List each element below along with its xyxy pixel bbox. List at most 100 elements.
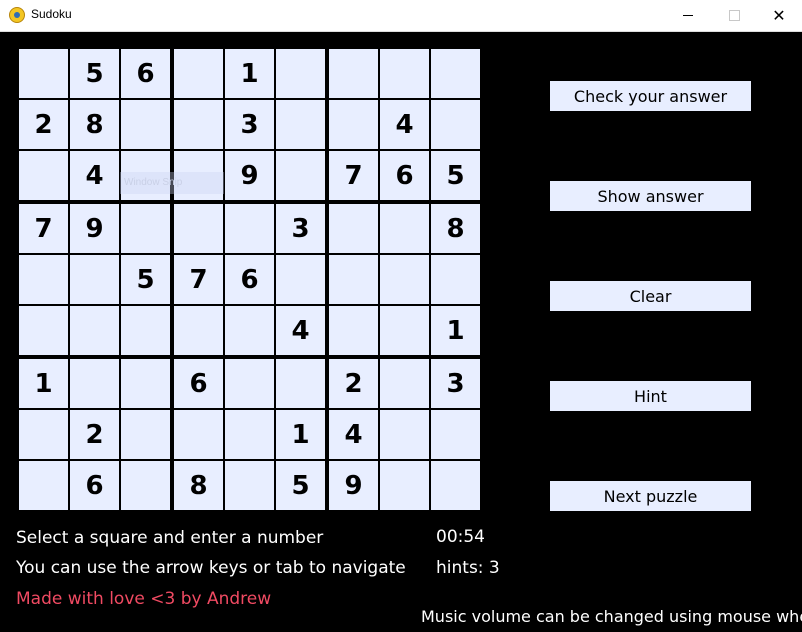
sudoku-cell[interactable] — [225, 204, 274, 253]
check-answer-button[interactable]: Check your answer — [550, 81, 751, 111]
sudoku-cell[interactable] — [121, 204, 170, 253]
sudoku-cell[interactable] — [380, 204, 429, 253]
sudoku-cell[interactable]: 5 — [431, 151, 480, 200]
sudoku-cell[interactable] — [431, 255, 480, 304]
sudoku-cell[interactable] — [276, 100, 325, 149]
sudoku-cell[interactable] — [19, 255, 68, 304]
sudoku-cell[interactable] — [121, 306, 170, 355]
sudoku-cell[interactable] — [329, 255, 378, 304]
timer: 00:54 — [436, 527, 485, 547]
sudoku-cell[interactable] — [329, 49, 378, 98]
maximize-button[interactable] — [711, 0, 757, 31]
sudoku-cell[interactable]: 3 — [431, 359, 480, 408]
sudoku-cell[interactable] — [174, 410, 223, 459]
minimize-button[interactable] — [665, 0, 711, 31]
sudoku-cell[interactable]: 4 — [380, 100, 429, 149]
minimize-icon — [683, 15, 693, 16]
sudoku-cell[interactable] — [19, 461, 68, 510]
sudoku-board: 56128344976579385764116232146859 — [17, 47, 485, 515]
maximize-icon — [728, 10, 740, 21]
sudoku-cell[interactable]: 8 — [70, 100, 119, 149]
sudoku-cell[interactable] — [276, 255, 325, 304]
sudoku-cell[interactable]: 6 — [225, 255, 274, 304]
sudoku-cell[interactable] — [174, 100, 223, 149]
sudoku-cell[interactable] — [70, 306, 119, 355]
sudoku-cell[interactable] — [121, 461, 170, 510]
sudoku-cell[interactable]: 7 — [19, 204, 68, 253]
hints-count: hints: 3 — [436, 558, 500, 578]
sudoku-cell[interactable] — [431, 49, 480, 98]
tooltip-ghost: Window Snip — [120, 172, 224, 194]
sudoku-cell[interactable] — [174, 49, 223, 98]
pygame-icon — [9, 7, 25, 23]
sudoku-cell[interactable]: 6 — [121, 49, 170, 98]
sudoku-cell[interactable]: 1 — [276, 410, 325, 459]
title-bar: Sudoku ✕ — [0, 0, 802, 32]
sudoku-cell[interactable]: 4 — [276, 306, 325, 355]
sudoku-cell[interactable] — [276, 359, 325, 408]
sudoku-cell[interactable] — [225, 410, 274, 459]
show-answer-button[interactable]: Show answer — [550, 181, 751, 211]
sudoku-cell[interactable]: 6 — [174, 359, 223, 408]
sudoku-cell[interactable]: 9 — [70, 204, 119, 253]
sudoku-cell[interactable] — [431, 100, 480, 149]
sudoku-cell[interactable]: 8 — [431, 204, 480, 253]
sudoku-cell[interactable] — [380, 255, 429, 304]
sudoku-cell[interactable] — [380, 306, 429, 355]
clear-button[interactable]: Clear — [550, 281, 751, 311]
sudoku-cell[interactable] — [121, 100, 170, 149]
sudoku-cell[interactable]: 9 — [225, 151, 274, 200]
sudoku-cell[interactable] — [121, 410, 170, 459]
sudoku-cell[interactable] — [70, 255, 119, 304]
sudoku-cell[interactable]: 5 — [276, 461, 325, 510]
sudoku-cell[interactable] — [19, 410, 68, 459]
sudoku-cell[interactable] — [329, 100, 378, 149]
sudoku-cell[interactable] — [431, 410, 480, 459]
sudoku-cell[interactable] — [70, 359, 119, 408]
sudoku-cell[interactable]: 3 — [276, 204, 325, 253]
hint-button[interactable]: Hint — [550, 381, 751, 411]
sudoku-cell[interactable] — [380, 461, 429, 510]
sudoku-cell[interactable]: 3 — [225, 100, 274, 149]
sudoku-cell[interactable] — [19, 49, 68, 98]
sudoku-cell[interactable] — [380, 49, 429, 98]
sudoku-cell[interactable]: 2 — [329, 359, 378, 408]
sudoku-cell[interactable] — [121, 359, 170, 408]
sudoku-cell[interactable]: 8 — [174, 461, 223, 510]
next-puzzle-button[interactable]: Next puzzle — [550, 481, 751, 511]
sudoku-cell[interactable]: 5 — [70, 49, 119, 98]
sudoku-cell[interactable] — [19, 306, 68, 355]
sudoku-cell[interactable] — [380, 359, 429, 408]
sudoku-cell[interactable] — [225, 461, 274, 510]
sudoku-cell[interactable]: 6 — [380, 151, 429, 200]
sudoku-cell[interactable] — [174, 306, 223, 355]
sudoku-cell[interactable]: 7 — [329, 151, 378, 200]
sudoku-cell[interactable] — [276, 49, 325, 98]
sudoku-cell[interactable]: 4 — [329, 410, 378, 459]
sudoku-cell[interactable] — [225, 306, 274, 355]
navigation-text: You can use the arrow keys or tab to nav… — [16, 558, 406, 578]
sudoku-cell[interactable]: 1 — [19, 359, 68, 408]
sudoku-cell[interactable] — [329, 306, 378, 355]
sudoku-cell[interactable] — [174, 204, 223, 253]
sudoku-cell[interactable]: 4 — [70, 151, 119, 200]
sudoku-cell[interactable] — [329, 204, 378, 253]
sudoku-cell[interactable]: 1 — [431, 306, 480, 355]
sudoku-cell[interactable] — [276, 151, 325, 200]
close-icon: ✕ — [772, 6, 786, 25]
sudoku-cell[interactable]: 6 — [70, 461, 119, 510]
sudoku-cell[interactable]: 9 — [329, 461, 378, 510]
sudoku-cell[interactable]: 5 — [121, 255, 170, 304]
instruction-text: Select a square and enter a number — [16, 528, 324, 548]
sudoku-cell[interactable] — [431, 461, 480, 510]
sudoku-cell[interactable] — [19, 151, 68, 200]
sudoku-cell[interactable]: 2 — [19, 100, 68, 149]
sudoku-cell[interactable]: 7 — [174, 255, 223, 304]
sudoku-cell[interactable]: 1 — [225, 49, 274, 98]
close-button[interactable]: ✕ — [756, 0, 802, 31]
window-title: Sudoku — [31, 7, 72, 21]
sudoku-cell[interactable]: 2 — [70, 410, 119, 459]
credit-text: Made with love <3 by Andrew — [16, 589, 272, 609]
sudoku-cell[interactable] — [225, 359, 274, 408]
sudoku-cell[interactable] — [380, 410, 429, 459]
